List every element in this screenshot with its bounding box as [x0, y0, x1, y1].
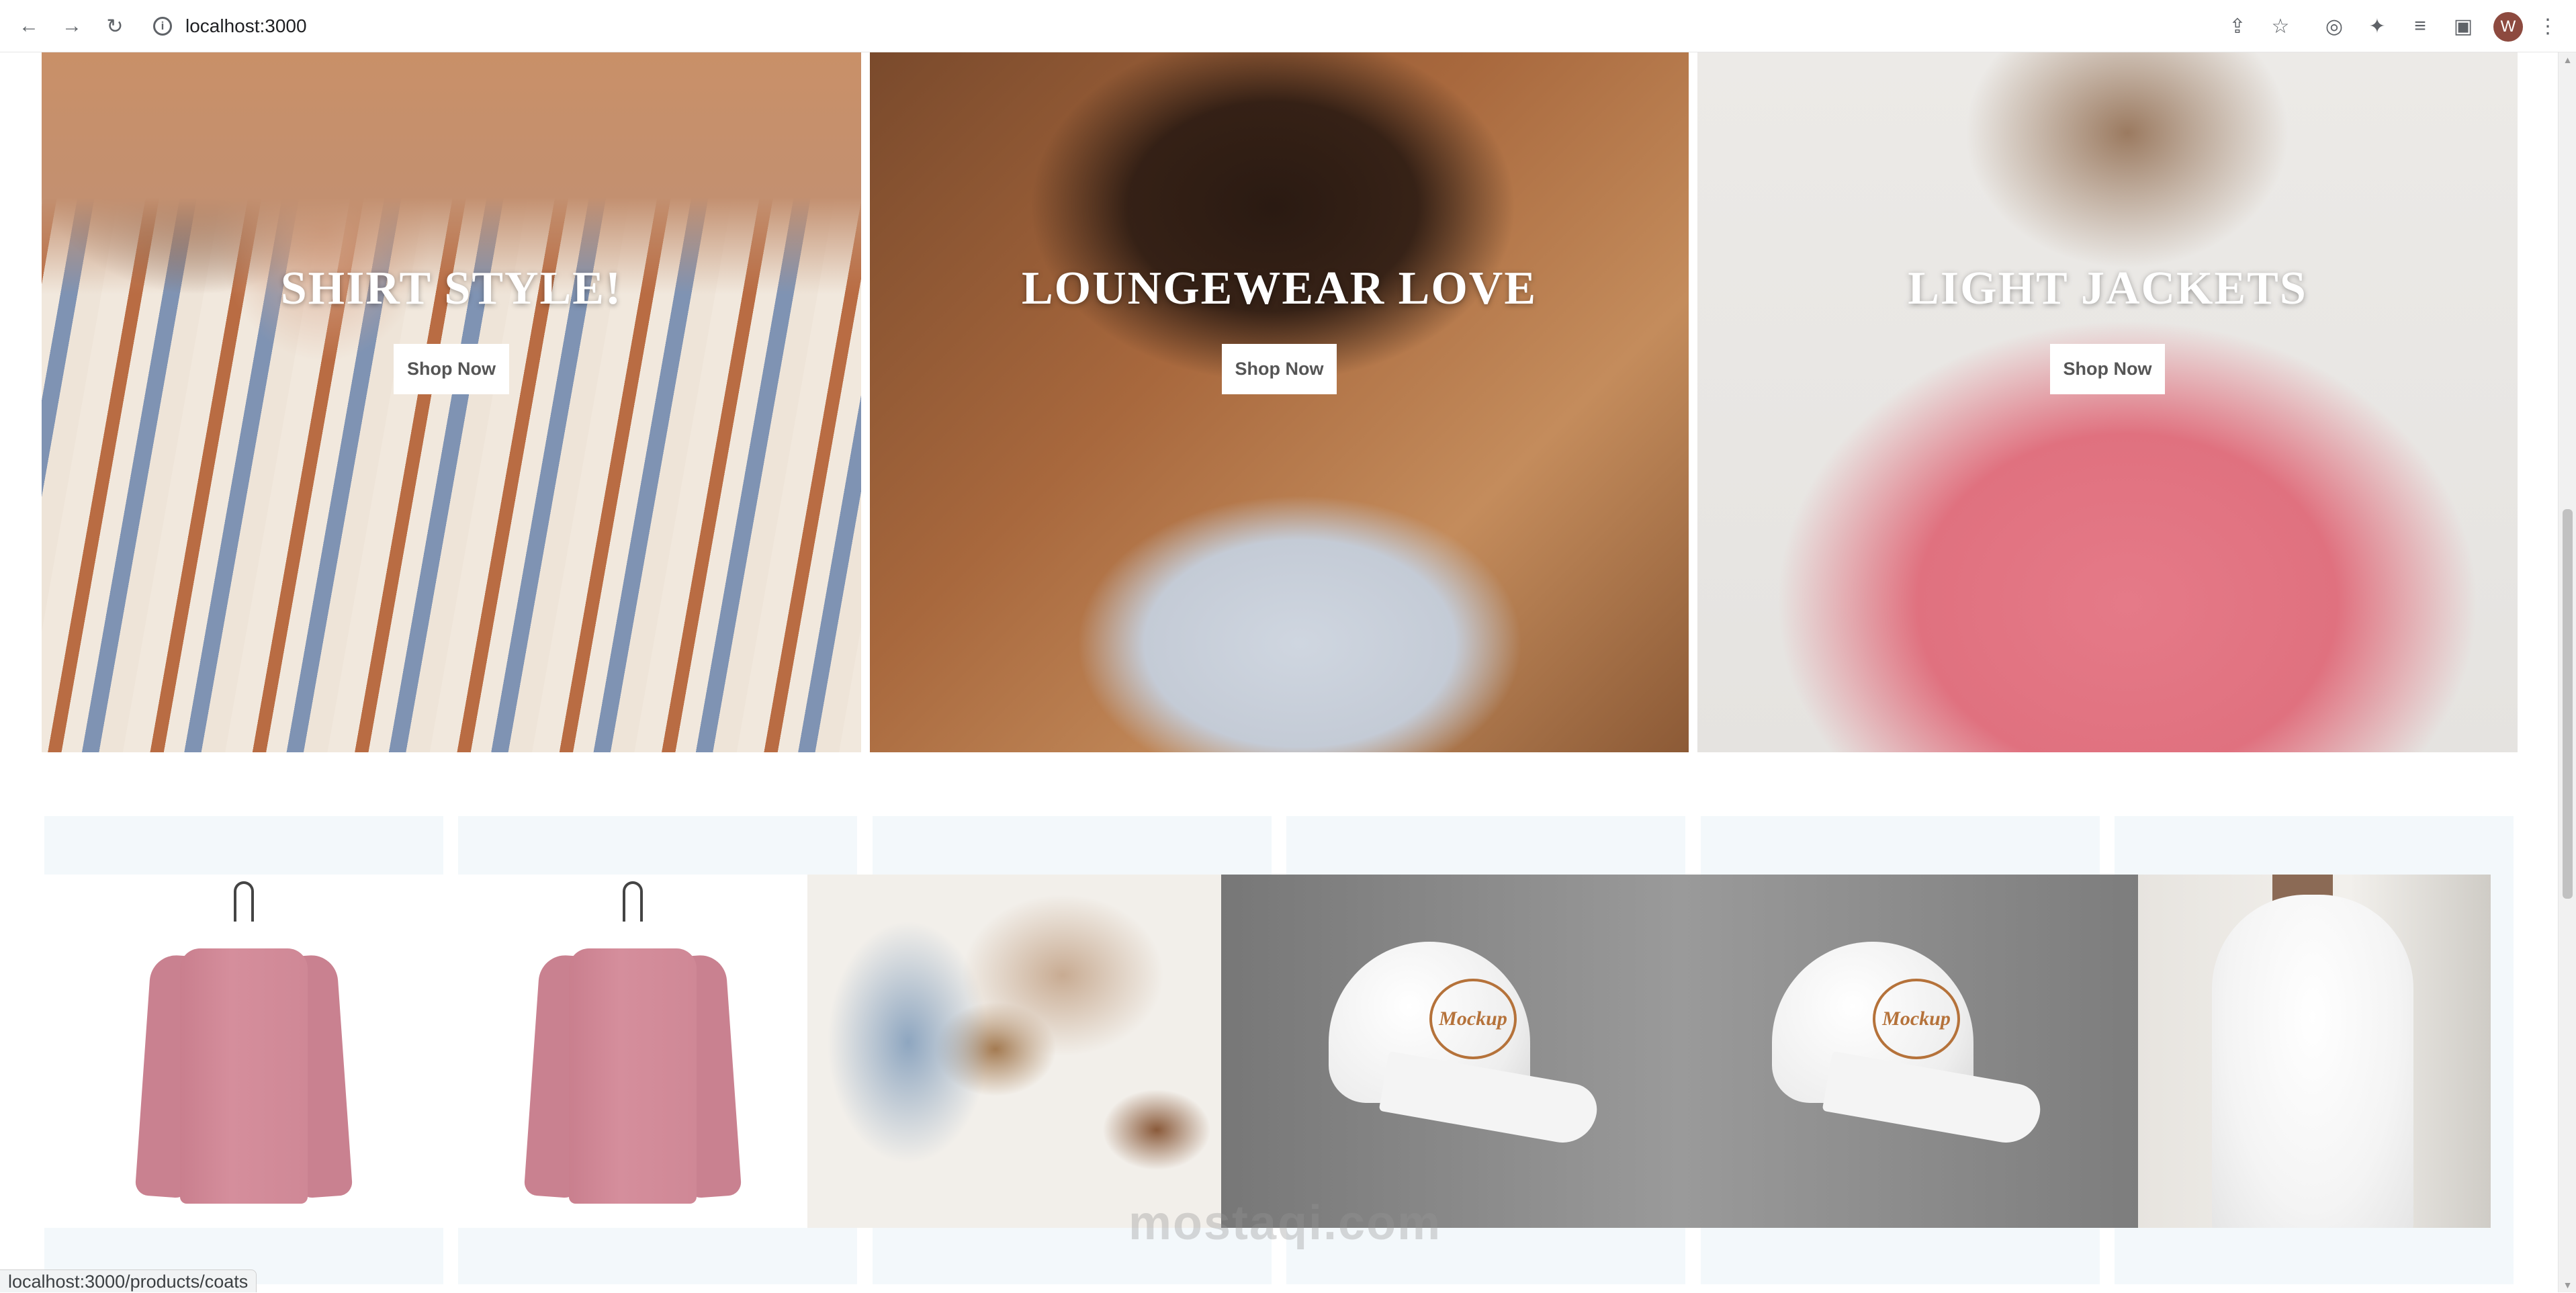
bookmark-star-icon[interactable]: ☆ — [2266, 12, 2295, 40]
extension-icon[interactable]: ◎ — [2320, 12, 2348, 40]
product-image-white-hoodie[interactable] — [2138, 875, 2491, 1228]
sweater-graphic — [523, 881, 742, 1204]
hero-title: LOUNGEWEAR LOVE — [1021, 263, 1538, 314]
product-image-pink-sweater[interactable] — [44, 875, 443, 1228]
hanger-icon — [234, 881, 254, 922]
address-bar[interactable]: i localhost:3000 — [153, 12, 307, 40]
sweater-graphic — [134, 881, 353, 1204]
product-image-caps[interactable]: Mockup Mockup — [1221, 875, 2138, 1228]
side-panel-icon[interactable]: ▣ — [2449, 12, 2477, 40]
reading-list-icon[interactable]: ≡ — [2406, 12, 2434, 40]
shop-now-button[interactable]: Shop Now — [1221, 344, 1337, 394]
cap-graphic: Mockup — [1745, 942, 2045, 1149]
cap-logo: Mockup — [1429, 979, 1517, 1059]
browser-toolbar: ← → ↻ i localhost:3000 ⇪ ☆ ◎ ✦ ≡ ▣ W ⋮ — [0, 0, 2576, 52]
url-text[interactable]: localhost:3000 — [185, 15, 307, 37]
profile-avatar[interactable]: W — [2493, 12, 2523, 42]
scrollbar-thumb[interactable] — [2563, 509, 2573, 899]
watermark: mostaqi.com — [1128, 1196, 1442, 1250]
forward-icon[interactable]: → — [58, 12, 86, 40]
puzzle-icon[interactable]: ✦ — [2363, 12, 2391, 40]
scroll-up-icon[interactable]: ▲ — [2559, 52, 2576, 67]
shop-now-button[interactable]: Shop Now — [2049, 344, 2166, 394]
reload-icon[interactable]: ↻ — [101, 12, 129, 40]
hero-light-jackets: LIGHT JACKETS Shop Now — [1697, 52, 2518, 752]
hero-title: LIGHT JACKETS — [1908, 263, 2307, 314]
hero-loungewear-love: LOUNGEWEAR LOVE Shop Now — [870, 52, 1689, 752]
vertical-scrollbar[interactable]: ▲ ▼ — [2558, 52, 2576, 1292]
hero-title: SHIRT STYLE! — [280, 263, 623, 314]
product-image-outfit-flatlay[interactable] — [807, 875, 1221, 1228]
cap-graphic: Mockup — [1302, 942, 1601, 1149]
scroll-down-icon[interactable]: ▼ — [2559, 1278, 2576, 1292]
product-image-pink-sweater[interactable] — [458, 875, 807, 1228]
cap-logo: Mockup — [1873, 979, 1960, 1059]
hanger-icon — [623, 881, 643, 922]
share-icon[interactable]: ⇪ — [2223, 12, 2252, 40]
hero-photo-overlay — [42, 52, 861, 294]
hero-shirt-style: SHIRT STYLE! Shop Now — [42, 52, 861, 752]
link-status-bar: localhost:3000/products/coats — [0, 1269, 257, 1292]
menu-icon[interactable]: ⋮ — [2534, 12, 2562, 40]
site-info-icon[interactable]: i — [153, 17, 172, 36]
back-icon[interactable]: ← — [15, 12, 43, 40]
hoodie-graphic — [2212, 895, 2413, 1228]
shop-now-button[interactable]: Shop Now — [394, 344, 509, 394]
